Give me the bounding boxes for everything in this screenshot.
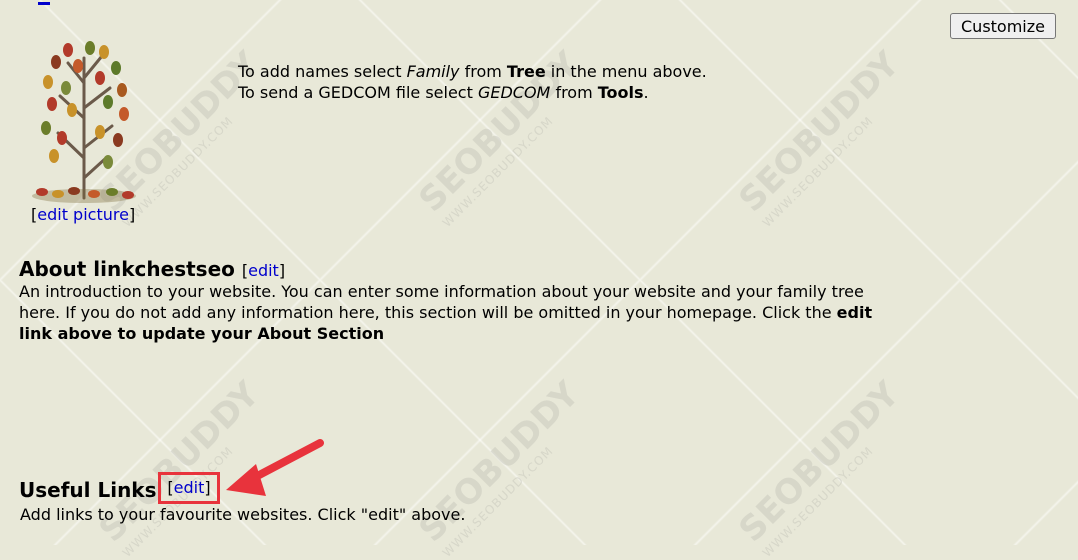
customize-button[interactable]: Customize [950,13,1056,39]
instructions-line-1: To add names select Family from Tree in … [238,61,707,82]
instruction-text: from [550,83,598,102]
useful-links-text: Add links to your favourite websites. Cl… [20,505,466,524]
about-edit-link[interactable]: edit [248,261,279,280]
instruction-gedcom: GEDCOM [477,83,551,102]
instruction-text: To send a GEDCOM file select [238,83,478,102]
bracket-close: ] [204,478,211,497]
top-link-fragment[interactable] [38,0,50,5]
instructions-line-2: To send a GEDCOM file select GEDCOM from… [238,82,707,103]
about-title: About linkchestseo [19,257,235,281]
watermark: SEOBUDDY WWW.SEOBUDDY.COM [731,374,908,560]
instruction-text: in the menu above. [545,62,707,81]
instructions: To add names select Family from Tree in … [238,61,707,103]
instruction-text: To add names select [238,62,407,81]
watermark: SEOBUDDY WWW.SEOBUDDY.COM [411,374,588,560]
watermark: SEOBUDDY WWW.SEOBUDDY.COM [91,374,268,560]
family-tree-image [32,41,136,203]
about-text-plain: An introduction to your website. You can… [19,282,864,322]
bracket-close: ] [128,205,136,224]
useful-links-heading: Useful Links [19,478,157,502]
watermark: SEOBUDDY WWW.SEOBUDDY.COM [731,44,908,230]
about-heading: About linkchestseo [edit] [19,257,285,281]
useful-links-edit-highlight: [edit] [158,472,220,504]
instruction-tree: Tree [506,62,546,81]
useful-links-edit-link[interactable]: edit [174,478,205,497]
about-edit: [edit] [242,261,285,280]
instruction-family: Family [406,62,460,81]
instruction-tools: Tools [597,83,644,102]
instruction-text: from [459,62,507,81]
bracket-close: ] [278,261,286,280]
about-text: An introduction to your website. You can… [19,281,899,344]
edit-picture-link: [edit picture] [31,205,135,224]
edit-picture-anchor[interactable]: edit picture [37,205,129,224]
useful-links-title: Useful Links [19,478,157,502]
instruction-text: . [643,83,649,102]
